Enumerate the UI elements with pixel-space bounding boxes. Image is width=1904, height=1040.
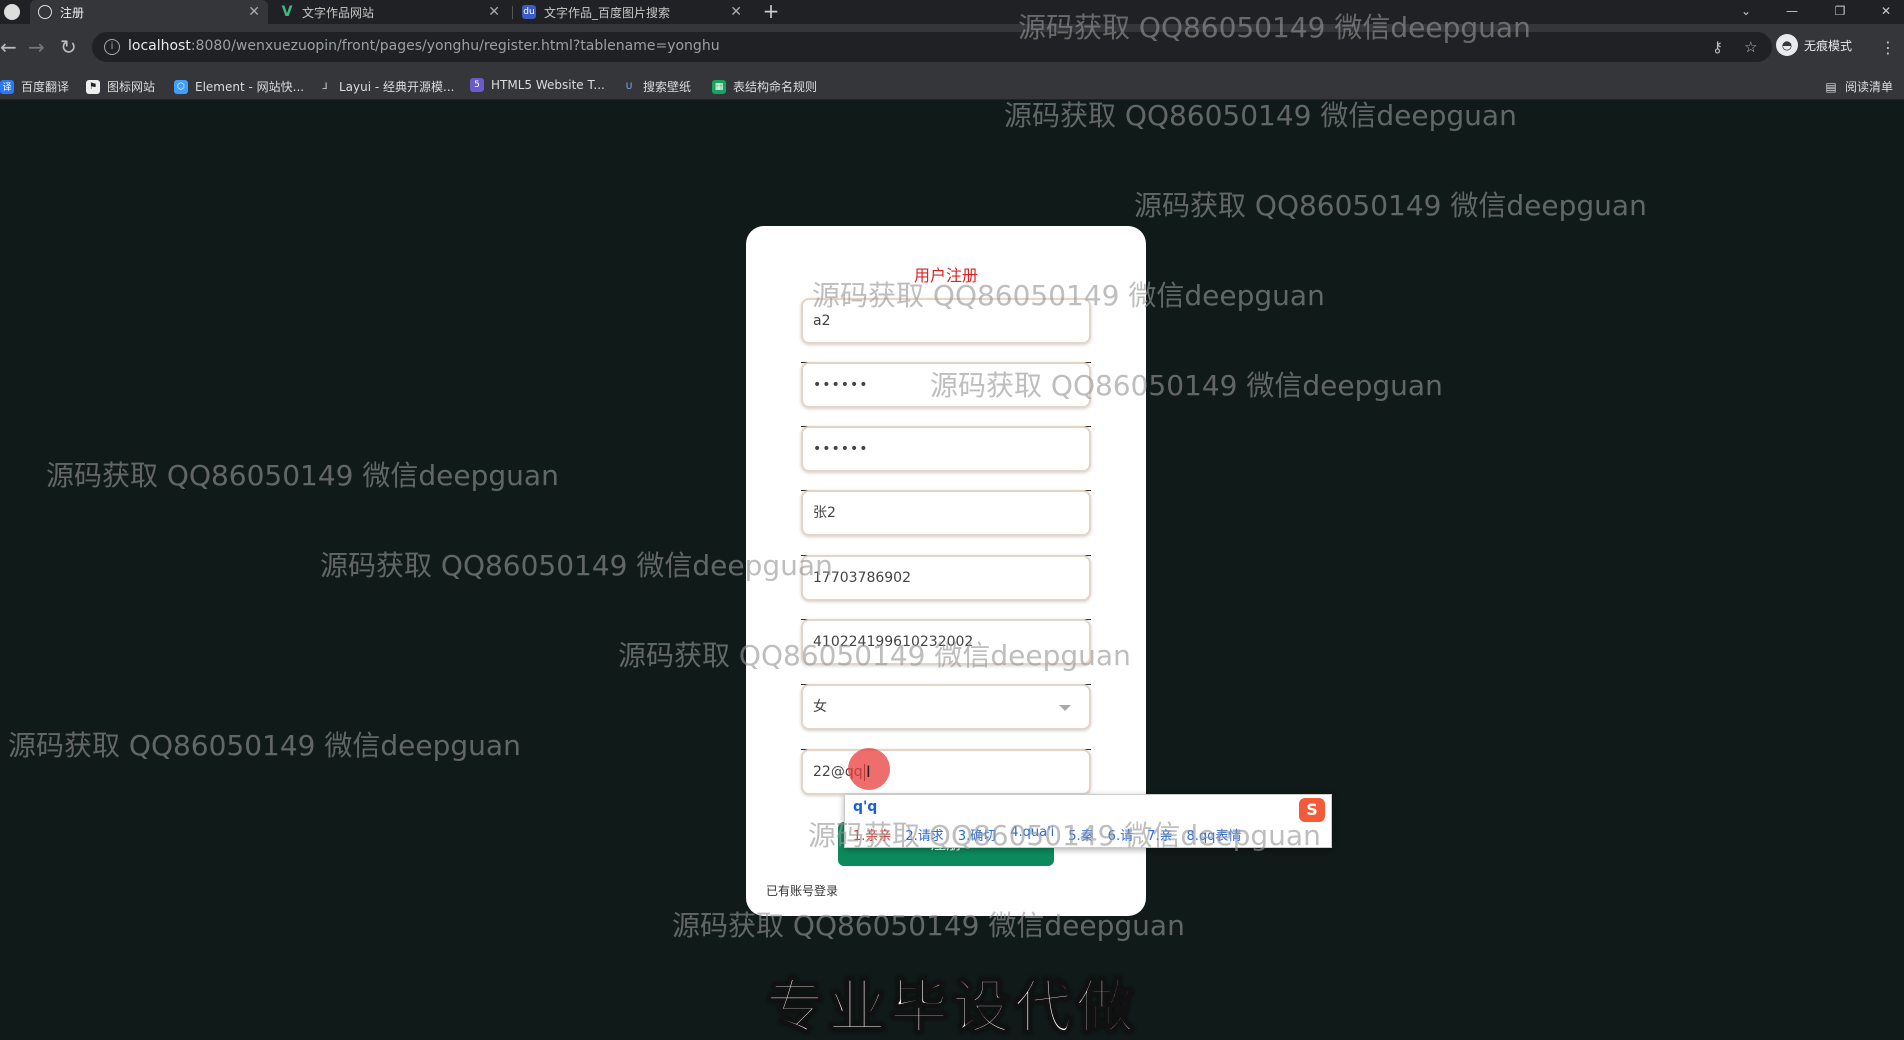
close-icon[interactable]: ✕ bbox=[730, 4, 742, 20]
sogou-ime-icon[interactable]: S bbox=[1299, 798, 1325, 822]
browser-menu-icon[interactable] bbox=[4, 4, 20, 20]
ime-candidate[interactable]: 8.qq表情 bbox=[1186, 825, 1241, 844]
password-input[interactable]: •••••• bbox=[801, 362, 1091, 408]
restore-button[interactable]: ❐ bbox=[1822, 0, 1858, 24]
tab-title: 文字作品_百度图片搜索 bbox=[544, 5, 671, 20]
new-tab-button[interactable]: + bbox=[758, 0, 784, 24]
tab-title: 注册 bbox=[60, 5, 85, 20]
incognito-icon: ◓ bbox=[1776, 34, 1798, 56]
bookmarks-bar: 译 百度翻译 ⚑ 图标网站 ⬡ Element - 网站快... ⅃ Layui… bbox=[0, 70, 1904, 100]
ime-candidate[interactable]: 7.亲 bbox=[1147, 825, 1172, 844]
bookmark-html5-templates[interactable]: 5 HTML5 Website T... bbox=[470, 78, 605, 92]
back-arrow-icon[interactable]: ← bbox=[0, 36, 17, 58]
id-card-input[interactable]: 410224199610232002 bbox=[801, 619, 1091, 665]
tab-register[interactable]: 注册 ✕ bbox=[30, 0, 268, 24]
forward-arrow-icon[interactable]: → bbox=[28, 36, 45, 58]
ime-candidate[interactable]: 6.请 bbox=[1108, 825, 1133, 844]
close-icon[interactable]: ✕ bbox=[488, 4, 500, 20]
login-link[interactable]: 已有账号登录 bbox=[766, 882, 838, 899]
close-icon[interactable]: ✕ bbox=[248, 4, 260, 20]
tab-works-site[interactable]: V 文字作品网站 ✕ bbox=[272, 0, 508, 24]
element-icon: ⬡ bbox=[174, 79, 188, 94]
menu-kebab-icon[interactable]: ⋮ bbox=[1880, 38, 1896, 57]
gender-value: 女 bbox=[813, 699, 827, 715]
close-window-button[interactable]: ✕ bbox=[1868, 0, 1904, 24]
html5-icon: 5 bbox=[470, 78, 484, 92]
tab-baidu-images[interactable]: du 文字作品_百度图片搜索 ✕ bbox=[514, 0, 750, 24]
reload-icon[interactable]: ↻ bbox=[60, 36, 77, 58]
ime-candidate[interactable]: 5.秦 bbox=[1068, 825, 1093, 844]
tab-search-icon[interactable]: ⌄ bbox=[1728, 0, 1764, 24]
tab-title: 文字作品网站 bbox=[302, 5, 375, 20]
email-input[interactable]: 22@qq bbox=[801, 749, 1091, 795]
globe-icon bbox=[38, 5, 52, 19]
ime-candidate[interactable]: 4.qua'i bbox=[1010, 825, 1054, 844]
ime-candidate[interactable]: 2.请求 bbox=[905, 825, 943, 844]
ibeam-cursor-icon: I bbox=[866, 762, 871, 781]
layui-icon: ⅃ bbox=[322, 81, 328, 92]
flag-icon: ⚑ bbox=[86, 79, 100, 94]
tab-separator bbox=[512, 6, 513, 19]
info-icon[interactable]: i bbox=[104, 39, 120, 55]
bookmark-icon-site[interactable]: ⚑ 图标网站 bbox=[86, 78, 155, 95]
baidu-icon: du bbox=[522, 5, 536, 19]
translate-icon: 译 bbox=[0, 79, 14, 94]
name-input[interactable]: 张2 bbox=[801, 490, 1091, 536]
url-input[interactable]: i localhost:8080/wenxuezuopin/front/page… bbox=[92, 32, 1772, 62]
reading-list-icon: ▤ bbox=[1825, 79, 1837, 94]
star-icon[interactable]: ☆ bbox=[1744, 38, 1757, 56]
address-bar: ← → ↻ i localhost:8080/wenxuezuopin/fron… bbox=[0, 24, 1904, 70]
ime-composition: q'q bbox=[853, 799, 878, 815]
incognito-indicator[interactable]: ◓ 无痕模式 bbox=[1776, 34, 1852, 56]
ime-candidate[interactable]: 3.确切 bbox=[958, 825, 996, 844]
tab-bar: 注册 ✕ V 文字作品网站 ✕ du 文字作品_百度图片搜索 ✕ + ⌄ — ❐… bbox=[0, 0, 1904, 24]
bookmark-table-naming[interactable]: ▦ 表结构命名规则 bbox=[712, 78, 817, 95]
page-title: 用户注册 bbox=[913, 266, 978, 285]
bookmark-baidu-translate[interactable]: 译 百度翻译 bbox=[0, 78, 69, 95]
gender-select[interactable]: 女 bbox=[801, 684, 1091, 730]
url-text: localhost:8080/wenxuezuopin/front/pages/… bbox=[128, 38, 720, 54]
chevron-down-icon bbox=[1059, 705, 1071, 711]
username-input[interactable]: a2 bbox=[801, 298, 1091, 344]
page-background: 用户注册 a2 •••••• •••••• 张2 17703786902 410… bbox=[0, 100, 1904, 1040]
confirm-password-input[interactable]: •••••• bbox=[801, 426, 1091, 472]
video-subtitle: 专业毕设代做 bbox=[765, 972, 1138, 1040]
bookmark-wallpaper[interactable]: U 搜索壁纸 bbox=[622, 78, 691, 95]
minimize-button[interactable]: — bbox=[1774, 0, 1810, 24]
ime-candidate-list: 1.亲亲 2.请求 3.确切 4.qua'i 5.秦 6.请 7.亲 8.qq表… bbox=[853, 825, 1241, 844]
wallpaper-icon: U bbox=[625, 81, 633, 92]
bookmark-element[interactable]: ⬡ Element - 网站快... bbox=[174, 78, 304, 95]
reading-list-button[interactable]: ▤ 阅读清单 bbox=[1824, 78, 1893, 95]
sheet-icon: ▦ bbox=[712, 79, 726, 94]
key-icon[interactable]: ⚷ bbox=[1712, 38, 1723, 56]
ime-candidate-window: q'q 1.亲亲 2.请求 3.确切 4.qua'i 5.秦 6.请 7.亲 8… bbox=[844, 794, 1332, 848]
vue-icon: V bbox=[281, 4, 293, 20]
bookmark-layui[interactable]: ⅃ Layui - 经典开源模... bbox=[318, 78, 454, 95]
phone-input[interactable]: 17703786902 bbox=[801, 555, 1091, 601]
ime-candidate[interactable]: 1.亲亲 bbox=[853, 825, 891, 844]
